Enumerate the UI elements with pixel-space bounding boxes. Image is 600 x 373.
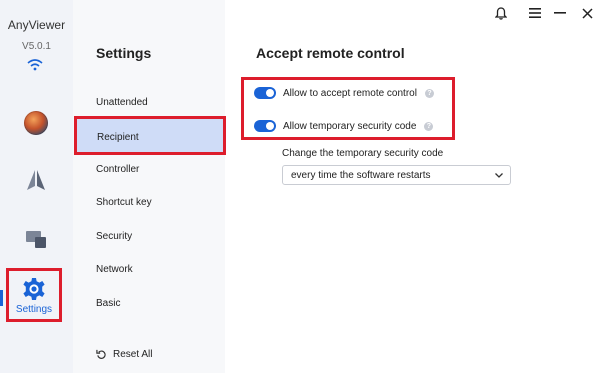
menu-item-recipient-label: Recipient bbox=[97, 132, 139, 143]
menu-item-unattended[interactable]: Unattended bbox=[96, 97, 148, 108]
menu-button[interactable] bbox=[527, 5, 543, 21]
accept-remote-control-row: Allow to accept remote control ? bbox=[254, 86, 434, 100]
remote-control-icon bbox=[27, 170, 45, 190]
temporary-security-code-label: Allow temporary security code bbox=[283, 120, 417, 132]
menu-item-network[interactable]: Network bbox=[96, 264, 133, 275]
rail-settings-label: Settings bbox=[15, 304, 53, 315]
app-name: AnyViewer bbox=[7, 18, 66, 32]
rail-settings-button[interactable]: Settings bbox=[6, 268, 62, 322]
reset-all-label: Reset All bbox=[113, 349, 153, 360]
page-title: Accept remote control bbox=[256, 45, 405, 61]
temporary-security-code-toggle[interactable] bbox=[254, 120, 276, 132]
rail-active-marker bbox=[0, 290, 3, 306]
accept-remote-control-label: Allow to accept remote control bbox=[283, 87, 417, 99]
menu-item-controller[interactable]: Controller bbox=[96, 164, 139, 175]
gear-icon bbox=[23, 278, 45, 300]
reset-all-button[interactable]: Reset All bbox=[96, 349, 152, 360]
bell-icon bbox=[495, 6, 507, 20]
security-code-select[interactable]: every time the software restarts bbox=[282, 165, 511, 185]
chevron-down-icon bbox=[495, 173, 503, 178]
help-icon[interactable]: ? bbox=[424, 121, 434, 131]
temporary-security-code-row: Allow temporary security code ? bbox=[254, 119, 434, 133]
change-security-code-label: Change the temporary security code bbox=[282, 148, 444, 159]
wifi-icon bbox=[27, 59, 43, 71]
devices-button[interactable] bbox=[14, 219, 58, 259]
menu-item-recipient[interactable]: Recipient bbox=[74, 116, 226, 155]
notifications-button[interactable] bbox=[493, 5, 509, 21]
account-button[interactable] bbox=[14, 103, 58, 143]
reset-icon bbox=[96, 349, 106, 359]
close-button[interactable] bbox=[579, 5, 595, 21]
avatar bbox=[24, 111, 48, 135]
help-icon[interactable]: ? bbox=[424, 88, 434, 98]
menu-item-security[interactable]: Security bbox=[96, 231, 132, 242]
minimize-icon bbox=[554, 12, 566, 14]
accept-remote-control-toggle[interactable] bbox=[254, 87, 276, 99]
devices-icon bbox=[26, 231, 46, 248]
app-version: V5.0.1 bbox=[22, 41, 51, 52]
minimize-button[interactable] bbox=[552, 5, 568, 21]
security-code-select-value: every time the software restarts bbox=[291, 169, 431, 181]
menu-item-basic[interactable]: Basic bbox=[96, 298, 120, 309]
settings-title: Settings bbox=[96, 45, 152, 61]
menu-icon bbox=[529, 8, 541, 18]
close-icon bbox=[581, 7, 593, 19]
menu-item-shortcut-key[interactable]: Shortcut key bbox=[96, 197, 152, 208]
remote-control-button[interactable] bbox=[14, 160, 58, 200]
